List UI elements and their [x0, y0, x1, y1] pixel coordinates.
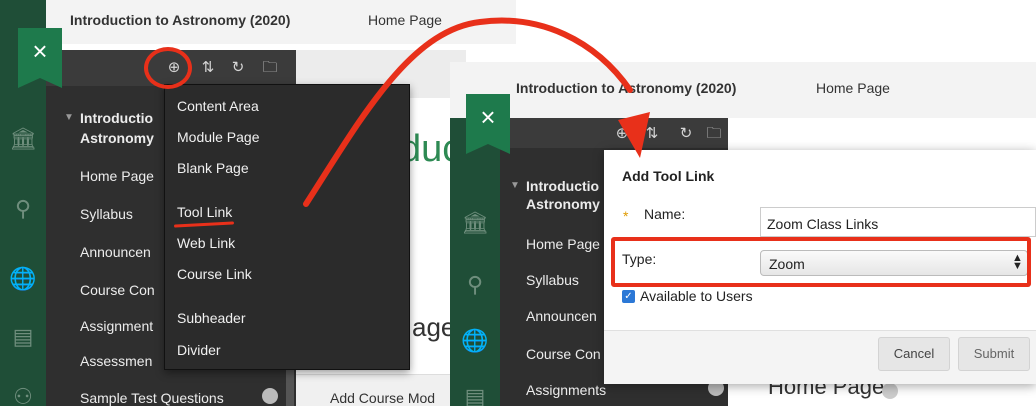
courses-icon[interactable]: ▤ — [0, 324, 46, 350]
add-menu-item-icon[interactable]: ⊕ — [614, 126, 630, 142]
folder-view-icon[interactable]: 🗀 — [262, 60, 278, 76]
right-course-name: Introductio — [526, 178, 600, 194]
groups-icon[interactable]: ⚇ — [0, 384, 46, 406]
menu-item-divider[interactable]: Divider — [177, 342, 221, 358]
menu-item-tool-link[interactable]: Tool Link — [177, 204, 232, 220]
left-nav-course-content[interactable]: Course Con — [80, 282, 164, 298]
submit-button[interactable]: Submit — [958, 337, 1030, 371]
left-page-heading: age — [412, 312, 456, 342]
left-nav-assignments[interactable]: Assignment — [80, 318, 164, 334]
menu-item-module-page[interactable]: Module Page — [177, 129, 260, 145]
chevron-circle-icon[interactable] — [262, 388, 278, 404]
type-field-box-annotation — [611, 237, 1031, 287]
dialog-title: Add Tool Link — [622, 168, 715, 184]
name-input[interactable]: Zoom Class Links — [760, 207, 1036, 237]
cancel-button[interactable]: Cancel — [878, 337, 950, 371]
left-nav-sample-test-questions[interactable]: Sample Test Questions — [80, 390, 280, 406]
right-nav-syllabus[interactable]: Syllabus — [526, 272, 604, 288]
add-menu-dropdown — [164, 84, 410, 370]
heading-chevron-icon[interactable] — [882, 383, 898, 399]
right-breadcrumb-home[interactable]: Home Page — [816, 80, 890, 96]
left-nav-assessments[interactable]: Assessmen — [80, 353, 164, 369]
right-nav-announcements[interactable]: Announcen — [526, 308, 604, 324]
right-course-title[interactable]: Introduction to Astronomy (2020) — [516, 80, 736, 96]
name-label: Name: — [644, 206, 686, 222]
left-nav-announcements[interactable]: Announcen — [80, 244, 164, 260]
menu-item-blank-page[interactable]: Blank Page — [177, 160, 249, 176]
right-course-rail — [450, 118, 500, 406]
profile-icon[interactable]: ⚲ — [452, 272, 498, 298]
required-star: * — [623, 208, 629, 224]
courses-icon[interactable]: ▤ — [452, 384, 498, 406]
institution-icon[interactable]: 🏛 — [452, 210, 498, 236]
left-breadcrumb-home[interactable]: Home Page — [368, 12, 442, 28]
left-nav-home-page[interactable]: Home Page — [80, 168, 164, 184]
globe-icon[interactable]: 🌐 — [0, 266, 46, 292]
collapse-caret-icon[interactable]: ▼ — [64, 112, 74, 123]
left-course-name: Introductio — [80, 110, 154, 126]
refresh-icon[interactable]: ↻ — [230, 60, 246, 76]
institution-icon[interactable]: 🏛 — [0, 126, 46, 152]
right-nav-assignments[interactable]: Assignments — [526, 382, 616, 398]
right-nav-home-page[interactable]: Home Page — [526, 236, 604, 252]
globe-icon[interactable]: 🌐 — [452, 328, 498, 354]
close-menu-icon[interactable]: × — [18, 28, 62, 88]
collapse-caret-icon[interactable]: ▼ — [510, 180, 520, 191]
reorder-icon[interactable]: ⇅ — [200, 60, 216, 76]
left-nav-syllabus[interactable]: Syllabus — [80, 206, 164, 222]
add-course-module-button[interactable]: Add Course Mod — [330, 390, 435, 406]
profile-icon[interactable]: ⚲ — [0, 196, 46, 222]
left-course-title[interactable]: Introduction to Astronomy (2020) — [70, 12, 290, 28]
menu-item-course-link[interactable]: Course Link — [177, 266, 252, 282]
menu-item-content-area[interactable]: Content Area — [177, 98, 259, 114]
available-label[interactable]: Available to Users — [640, 288, 753, 304]
menu-item-web-link[interactable]: Web Link — [177, 235, 235, 251]
plus-icon-circle-annotation — [144, 47, 192, 89]
left-course-name-line2: Astronomy — [80, 130, 154, 146]
folder-view-icon[interactable]: 🗀 — [706, 126, 722, 142]
right-course-name-line2: Astronomy — [526, 196, 600, 212]
refresh-icon[interactable]: ↻ — [678, 126, 694, 142]
available-checkbox[interactable]: ✓ — [622, 290, 635, 303]
right-nav-course-content[interactable]: Course Con — [526, 346, 604, 362]
menu-item-subheader[interactable]: Subheader — [177, 310, 246, 326]
reorder-icon[interactable]: ⇅ — [644, 126, 660, 142]
close-menu-icon[interactable]: × — [466, 94, 510, 154]
